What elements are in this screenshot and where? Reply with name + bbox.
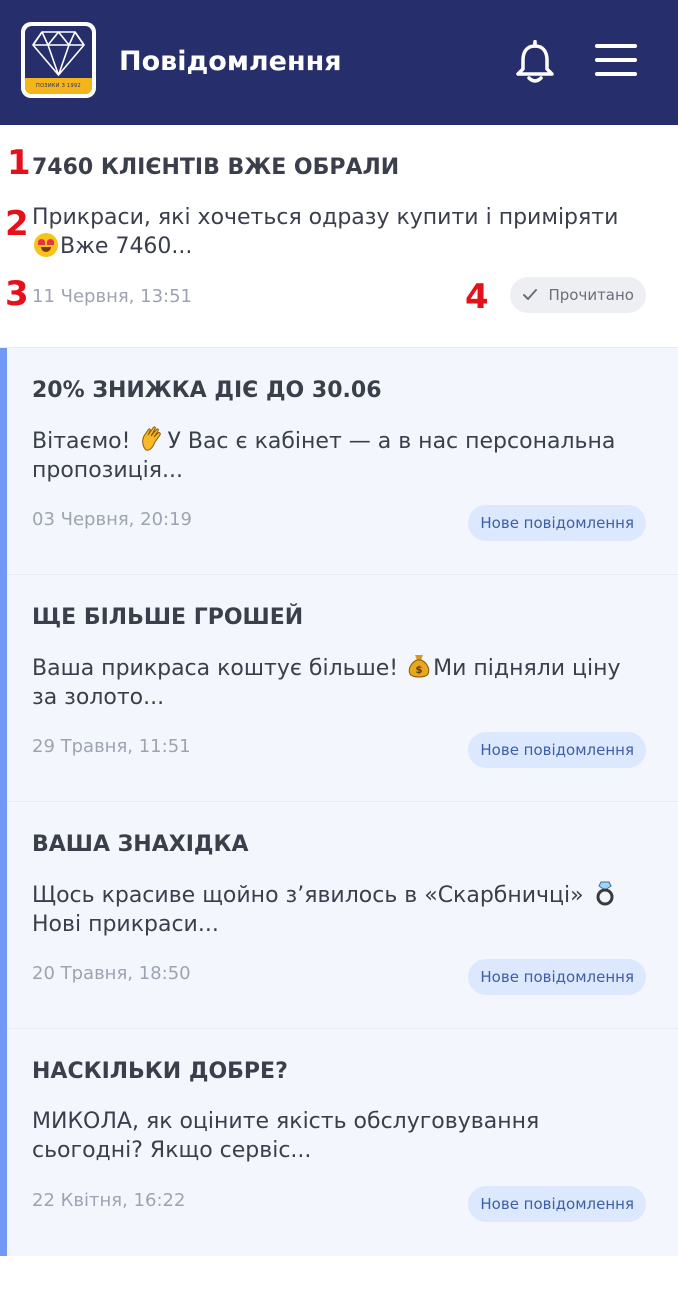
- app-header: ПОЗИКИ З 1992 Повідомлення: [0, 0, 678, 125]
- hamburger-menu-icon[interactable]: [594, 42, 638, 78]
- notification-card[interactable]: НАСКІЛЬКИ ДОБРЕ? МИКОЛА, як оціните якіс…: [0, 1029, 678, 1256]
- notification-body-tail: Нові прикраси...: [32, 912, 219, 937]
- notification-body: МИКОЛА, як оціните якість обслуговування…: [32, 1107, 642, 1165]
- read-status-badge: Прочитано: [510, 277, 646, 313]
- notification-body-text: Щось красиве щойно з’явилось в «Скарбнич…: [32, 883, 591, 908]
- annotation-marker-1: 1: [7, 143, 31, 183]
- notification-title: ВАША ЗНАХІДКА: [32, 832, 249, 857]
- waving-hand-emoji-icon: [139, 426, 165, 451]
- notification-body-text: Ваша прикраса коштує більше!: [32, 656, 406, 681]
- money-bag-emoji-icon: $: [407, 653, 431, 678]
- notification-title: 7460 КЛІЄНТІВ ВЖЕ ОБРАЛИ: [32, 155, 400, 180]
- notification-body-text: МИКОЛА, як оціните якість обслуговування…: [32, 1109, 540, 1163]
- notification-card[interactable]: ЩЕ БІЛЬШЕ ГРОШЕЙ Ваша прикраса коштує бі…: [0, 575, 678, 802]
- ring-emoji-icon: [593, 880, 617, 906]
- heart-eyes-emoji-icon: [34, 233, 58, 257]
- annotation-marker-2: 2: [5, 204, 29, 244]
- bell-icon[interactable]: [514, 39, 556, 84]
- notification-card[interactable]: 7460 КЛІЄНТІВ ВЖЕ ОБРАЛИ Прикраси, які х…: [0, 125, 678, 348]
- new-message-badge: Нове повідомлення: [468, 505, 646, 541]
- page-title: Повідомлення: [119, 46, 342, 77]
- read-status-label: Прочитано: [548, 286, 634, 304]
- notification-title: ЩЕ БІЛЬШЕ ГРОШЕЙ: [32, 605, 304, 630]
- new-message-badge: Нове повідомлення: [468, 1186, 646, 1222]
- notification-body: Щось красиве щойно з’явилось в «Скарбнич…: [32, 880, 642, 939]
- notification-body-text: Прикраси, які хочеться одразу купити і п…: [32, 205, 619, 230]
- notification-card[interactable]: ВАША ЗНАХІДКА Щось красиве щойно з’явило…: [0, 802, 678, 1029]
- new-message-badge: Нове повідомлення: [468, 959, 646, 995]
- brand-logo[interactable]: ПОЗИКИ З 1992: [21, 22, 96, 98]
- notification-body-text: Вітаємо!: [32, 429, 138, 454]
- new-message-badge: Нове повідомлення: [468, 732, 646, 768]
- notification-date: 22 Квітня, 16:22: [32, 1190, 186, 1211]
- checkmark-icon: [523, 289, 538, 300]
- notification-body-tail: Вже 7460...: [60, 234, 193, 259]
- notification-title: 20% ЗНИЖКА ДІЄ ДО 30.06: [32, 378, 382, 403]
- notification-card[interactable]: 20% ЗНИЖКА ДІЄ ДО 30.06 Вітаємо! У Вас є…: [0, 348, 678, 575]
- notification-date: 11 Червня, 13:51: [32, 286, 192, 307]
- logo-emblem: ПОЗИКИ З 1992: [25, 26, 92, 94]
- logo-band-text: ПОЗИКИ З 1992: [25, 78, 92, 94]
- annotation-marker-3: 3: [5, 274, 29, 314]
- notification-date: 29 Травня, 11:51: [32, 736, 191, 757]
- annotation-marker-4: 4: [465, 277, 489, 317]
- diamond-icon: [32, 31, 85, 76]
- notification-title: НАСКІЛЬКИ ДОБРЕ?: [32, 1059, 288, 1084]
- svg-text:$: $: [416, 665, 423, 676]
- notification-body: Вітаємо! У Вас є кабінет — а в нас персо…: [32, 426, 642, 485]
- notification-date: 20 Травня, 18:50: [32, 963, 191, 984]
- notification-body: Прикраси, які хочеться одразу купити і п…: [32, 203, 642, 261]
- notification-date: 03 Червня, 20:19: [32, 509, 192, 530]
- notification-body: Ваша прикраса коштує більше! $ Ми підняли…: [32, 653, 642, 712]
